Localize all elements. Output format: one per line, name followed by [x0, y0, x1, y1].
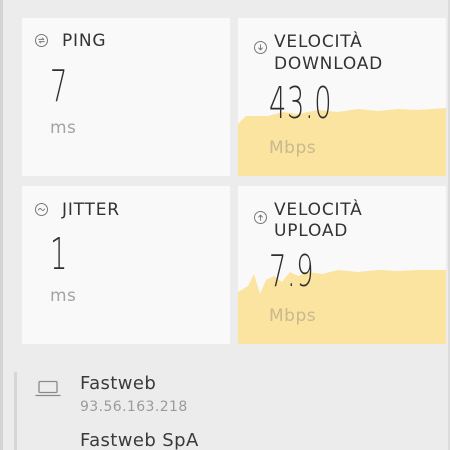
upload-arrow-icon: [254, 211, 267, 224]
jitter-unit: ms: [50, 286, 77, 306]
jitter-label: JITTER: [62, 200, 120, 220]
ping-unit: ms: [50, 118, 77, 138]
network-info: Fastweb 93.56.163.218 Fastweb SpA: [14, 372, 450, 450]
download-label-line2: DOWNLOAD: [274, 54, 384, 74]
ping-value: 7: [50, 61, 68, 112]
upload-value: 7.9: [269, 246, 315, 297]
upload-label-line1: VELOCITÀ: [274, 200, 363, 220]
ping-label: PING: [62, 31, 107, 51]
jitter-wave-icon: [35, 203, 48, 216]
isp-organization: Fastweb SpA: [80, 430, 199, 450]
download-label-line1: VELOCITÀ: [274, 32, 363, 52]
isp-ip-address: 93.56.163.218: [80, 399, 188, 415]
upload-label-line2: UPLOAD: [274, 221, 349, 241]
laptop-icon: [35, 380, 61, 398]
left-divider: [0, 0, 3, 450]
upload-card: VELOCITÀ UPLOAD 7.9 Mbps: [238, 186, 446, 344]
download-value: 43.0: [269, 78, 333, 129]
download-card: VELOCITÀ DOWNLOAD 43.0 Mbps: [238, 18, 446, 176]
upload-unit: Mbps: [269, 306, 317, 326]
speedtest-results-screen: PING 7 ms VELOCITÀ DOWNLOAD 43.0 Mbps JI…: [0, 0, 450, 450]
ping-card: PING 7 ms: [22, 18, 230, 176]
ping-icon: [35, 34, 48, 47]
download-unit: Mbps: [269, 138, 317, 158]
isp-name: Fastweb: [80, 373, 157, 394]
download-arrow-icon: [254, 41, 267, 54]
jitter-value: 1: [50, 229, 68, 280]
jitter-card: JITTER 1 ms: [22, 186, 230, 344]
